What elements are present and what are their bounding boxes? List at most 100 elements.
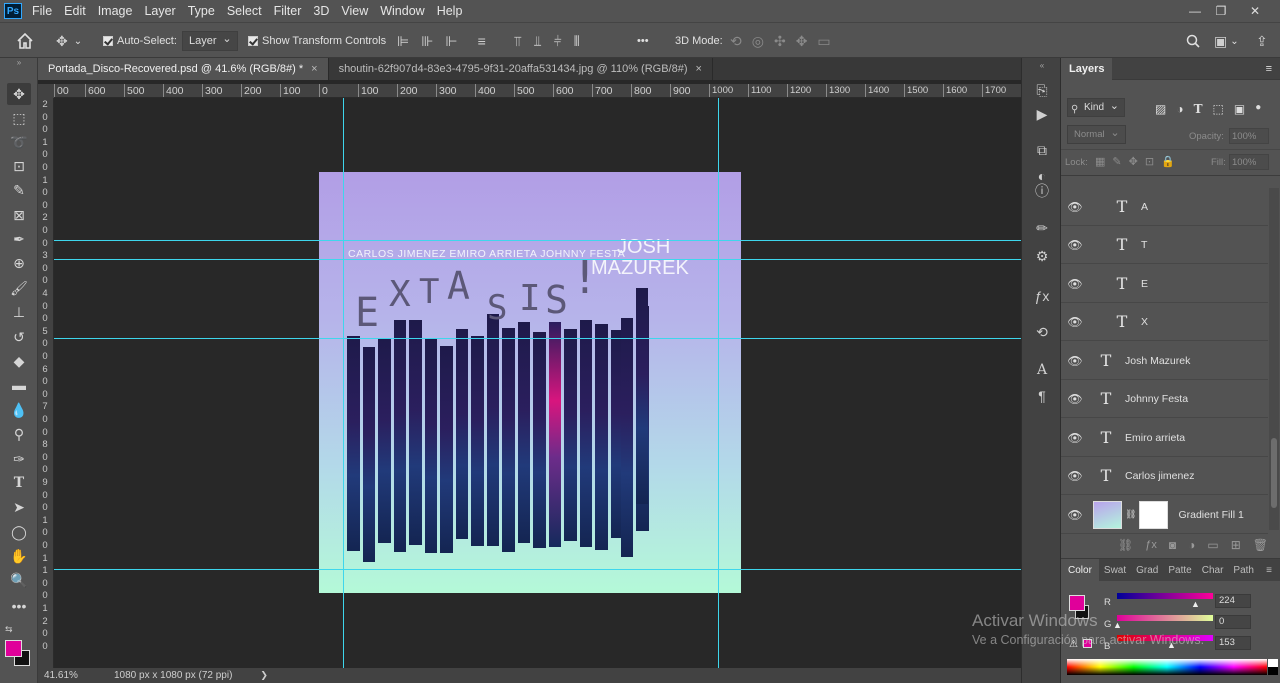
- filter-toggle-icon[interactable]: ●: [1255, 102, 1261, 116]
- tab-paths[interactable]: Path: [1228, 565, 1259, 576]
- menu-filter[interactable]: Filter: [268, 4, 308, 18]
- status-menu-arrow[interactable]: ❯: [260, 670, 268, 681]
- menu-type[interactable]: Type: [182, 4, 221, 18]
- new-adjustment-icon[interactable]: ◑: [1188, 538, 1195, 552]
- canvas-area[interactable]: CARLOS JIMENEZ EMIRO ARRIETA JOHNNY FEST…: [54, 98, 1021, 668]
- move-tool-preset-icon[interactable]: ✥ ⌄: [56, 23, 82, 59]
- photoshop-logo-icon[interactable]: Ps: [0, 0, 26, 22]
- horizontal-guide[interactable]: [54, 259, 1021, 260]
- info-panel-icon[interactable]: ⓘ: [1031, 181, 1053, 201]
- vertical-guide[interactable]: [718, 98, 719, 668]
- pan-3d-icon[interactable]: ✣: [774, 33, 786, 50]
- color-panel-menu-icon[interactable]: ≡: [1261, 565, 1280, 576]
- collapse-toolbar-icon[interactable]: »: [7, 58, 31, 67]
- eyedropper-tool-icon[interactable]: ✒: [7, 228, 31, 250]
- edit-toolbar-icon[interactable]: •••: [7, 595, 31, 617]
- distribute-icon[interactable]: ≡: [478, 33, 486, 49]
- lasso-tool-icon[interactable]: ➰: [7, 131, 31, 153]
- ellipse-tool-icon[interactable]: ◯: [7, 521, 31, 543]
- letter-a[interactable]: A: [447, 264, 470, 308]
- mazurek-text[interactable]: MAZUREK: [591, 258, 689, 278]
- letter-s2[interactable]: S: [545, 278, 568, 322]
- tab-swatches[interactable]: Swat: [1099, 565, 1131, 576]
- visibility-eye-icon[interactable]: 👁: [1061, 315, 1089, 329]
- video-3d-icon[interactable]: ▭: [817, 33, 830, 50]
- lock-position-icon[interactable]: ✥: [1129, 155, 1138, 168]
- visibility-eye-icon[interactable]: 👁: [1061, 354, 1089, 368]
- align-right-icon[interactable]: ⊩: [445, 33, 457, 50]
- roll-3d-icon[interactable]: ◎: [752, 33, 764, 50]
- eraser-tool-icon[interactable]: ◆: [7, 350, 31, 372]
- menu-layer[interactable]: Layer: [138, 4, 181, 18]
- search-icon[interactable]: [1186, 23, 1200, 59]
- show-transform-checkbox[interactable]: Show Transform Controls: [248, 23, 386, 59]
- character-panel-icon[interactable]: A: [1031, 360, 1053, 380]
- letter-t[interactable]: T: [419, 272, 439, 312]
- menu-window[interactable]: Window: [374, 4, 430, 18]
- crop-tool-icon[interactable]: ⊠: [7, 204, 31, 226]
- blue-value-input[interactable]: 153: [1215, 636, 1251, 650]
- horizontal-ruler[interactable]: 00 600 500 400 300 200 100 0 100 200 300…: [54, 84, 1021, 98]
- visibility-eye-icon[interactable]: 👁: [1061, 431, 1089, 445]
- dodge-tool-icon[interactable]: ⚲: [7, 423, 31, 445]
- layers-scrollbar[interactable]: [1269, 188, 1279, 530]
- visibility-eye-icon[interactable]: 👁: [1061, 277, 1089, 291]
- marquee-tool-icon[interactable]: ⬚: [7, 107, 31, 129]
- brush-tool-icon[interactable]: 🖌: [7, 277, 31, 299]
- red-slider-handle-icon[interactable]: ▲: [1191, 599, 1200, 609]
- add-mask-icon[interactable]: ◙: [1169, 538, 1176, 552]
- lock-pixels-icon[interactable]: ✎: [1112, 155, 1121, 168]
- layer-style-icon[interactable]: ƒx: [1145, 539, 1157, 551]
- visibility-eye-icon[interactable]: 👁: [1061, 392, 1089, 406]
- layer-row[interactable]: 👁 T Johnny Festa: [1061, 380, 1268, 418]
- letter-x[interactable]: X: [389, 274, 411, 315]
- link-layers-icon[interactable]: ⛓: [1118, 538, 1133, 552]
- type-filter-icon[interactable]: T: [1194, 102, 1203, 116]
- paragraph-panel-icon[interactable]: ¶: [1031, 386, 1053, 406]
- menu-view[interactable]: View: [335, 4, 374, 18]
- path-selection-tool-icon[interactable]: ➤: [7, 496, 31, 518]
- vertical-ruler[interactable]: 2001001002003004005006007008009001001100…: [38, 98, 54, 668]
- album-cover-artboard[interactable]: CARLOS JIMENEZ EMIRO ARRIETA JOHNNY FEST…: [319, 172, 741, 593]
- layer-row[interactable]: 👁 T E: [1061, 265, 1268, 303]
- blend-mode-dropdown[interactable]: Normal: [1067, 125, 1126, 144]
- foreground-color-swatch[interactable]: [5, 640, 22, 657]
- green-value-input[interactable]: 0: [1215, 615, 1251, 629]
- foreground-color-chip[interactable]: [1069, 595, 1085, 611]
- lock-all-icon[interactable]: 🔒: [1161, 155, 1175, 168]
- history-panel-icon[interactable]: ⎘: [1031, 80, 1053, 100]
- close-tab-icon[interactable]: ×: [696, 63, 702, 75]
- layer-row[interactable]: 👁 T X: [1061, 303, 1268, 341]
- workspace-icon[interactable]: ▣ ⌄: [1214, 23, 1239, 59]
- horizontal-guide[interactable]: [54, 569, 1021, 570]
- zoom-tool-icon[interactable]: 🔍: [7, 569, 31, 591]
- align-middle-icon[interactable]: ⫫: [534, 33, 542, 50]
- more-options-button[interactable]: •••: [637, 23, 649, 59]
- red-value-input[interactable]: 224: [1215, 594, 1251, 608]
- orbit-3d-icon[interactable]: ⟲: [730, 33, 742, 50]
- tab-shoutin-jpg[interactable]: shoutin-62f907d4-83e3-4795-9f31-20affa53…: [329, 58, 713, 80]
- hand-tool-icon[interactable]: ✋: [7, 545, 31, 567]
- gradient-tool-icon[interactable]: ▬: [7, 374, 31, 396]
- layer-row[interactable]: 👁 T Emiro arrieta: [1061, 419, 1268, 457]
- swap-colors-icon[interactable]: ⇆: [5, 624, 13, 635]
- type-tool-icon[interactable]: T: [7, 472, 31, 494]
- menu-select[interactable]: Select: [221, 4, 268, 18]
- align-left-icon[interactable]: ⊫: [397, 33, 409, 50]
- new-group-icon[interactable]: ▭: [1207, 538, 1218, 552]
- letter-i[interactable]: I: [519, 278, 541, 319]
- close-tab-icon[interactable]: ×: [311, 63, 317, 75]
- expand-panels-icon[interactable]: «: [1031, 60, 1053, 70]
- pen-tool-icon[interactable]: ✑: [7, 448, 31, 470]
- layer-row-gradient-fill[interactable]: 👁 ⛓ Gradient Fill 1: [1061, 496, 1268, 534]
- menu-3d[interactable]: 3D: [307, 4, 335, 18]
- tab-gradients[interactable]: Grad: [1131, 565, 1163, 576]
- menu-edit[interactable]: Edit: [58, 4, 92, 18]
- history-brush-tool-icon[interactable]: ↺: [7, 326, 31, 348]
- visibility-eye-icon[interactable]: 👁: [1061, 469, 1089, 483]
- home-icon[interactable]: [16, 23, 34, 59]
- distribute-vertical-icon[interactable]: ⦀: [574, 33, 580, 50]
- letter-e[interactable]: E: [355, 290, 379, 336]
- share-icon[interactable]: ⇪: [1256, 23, 1268, 59]
- menu-file[interactable]: File: [26, 4, 58, 18]
